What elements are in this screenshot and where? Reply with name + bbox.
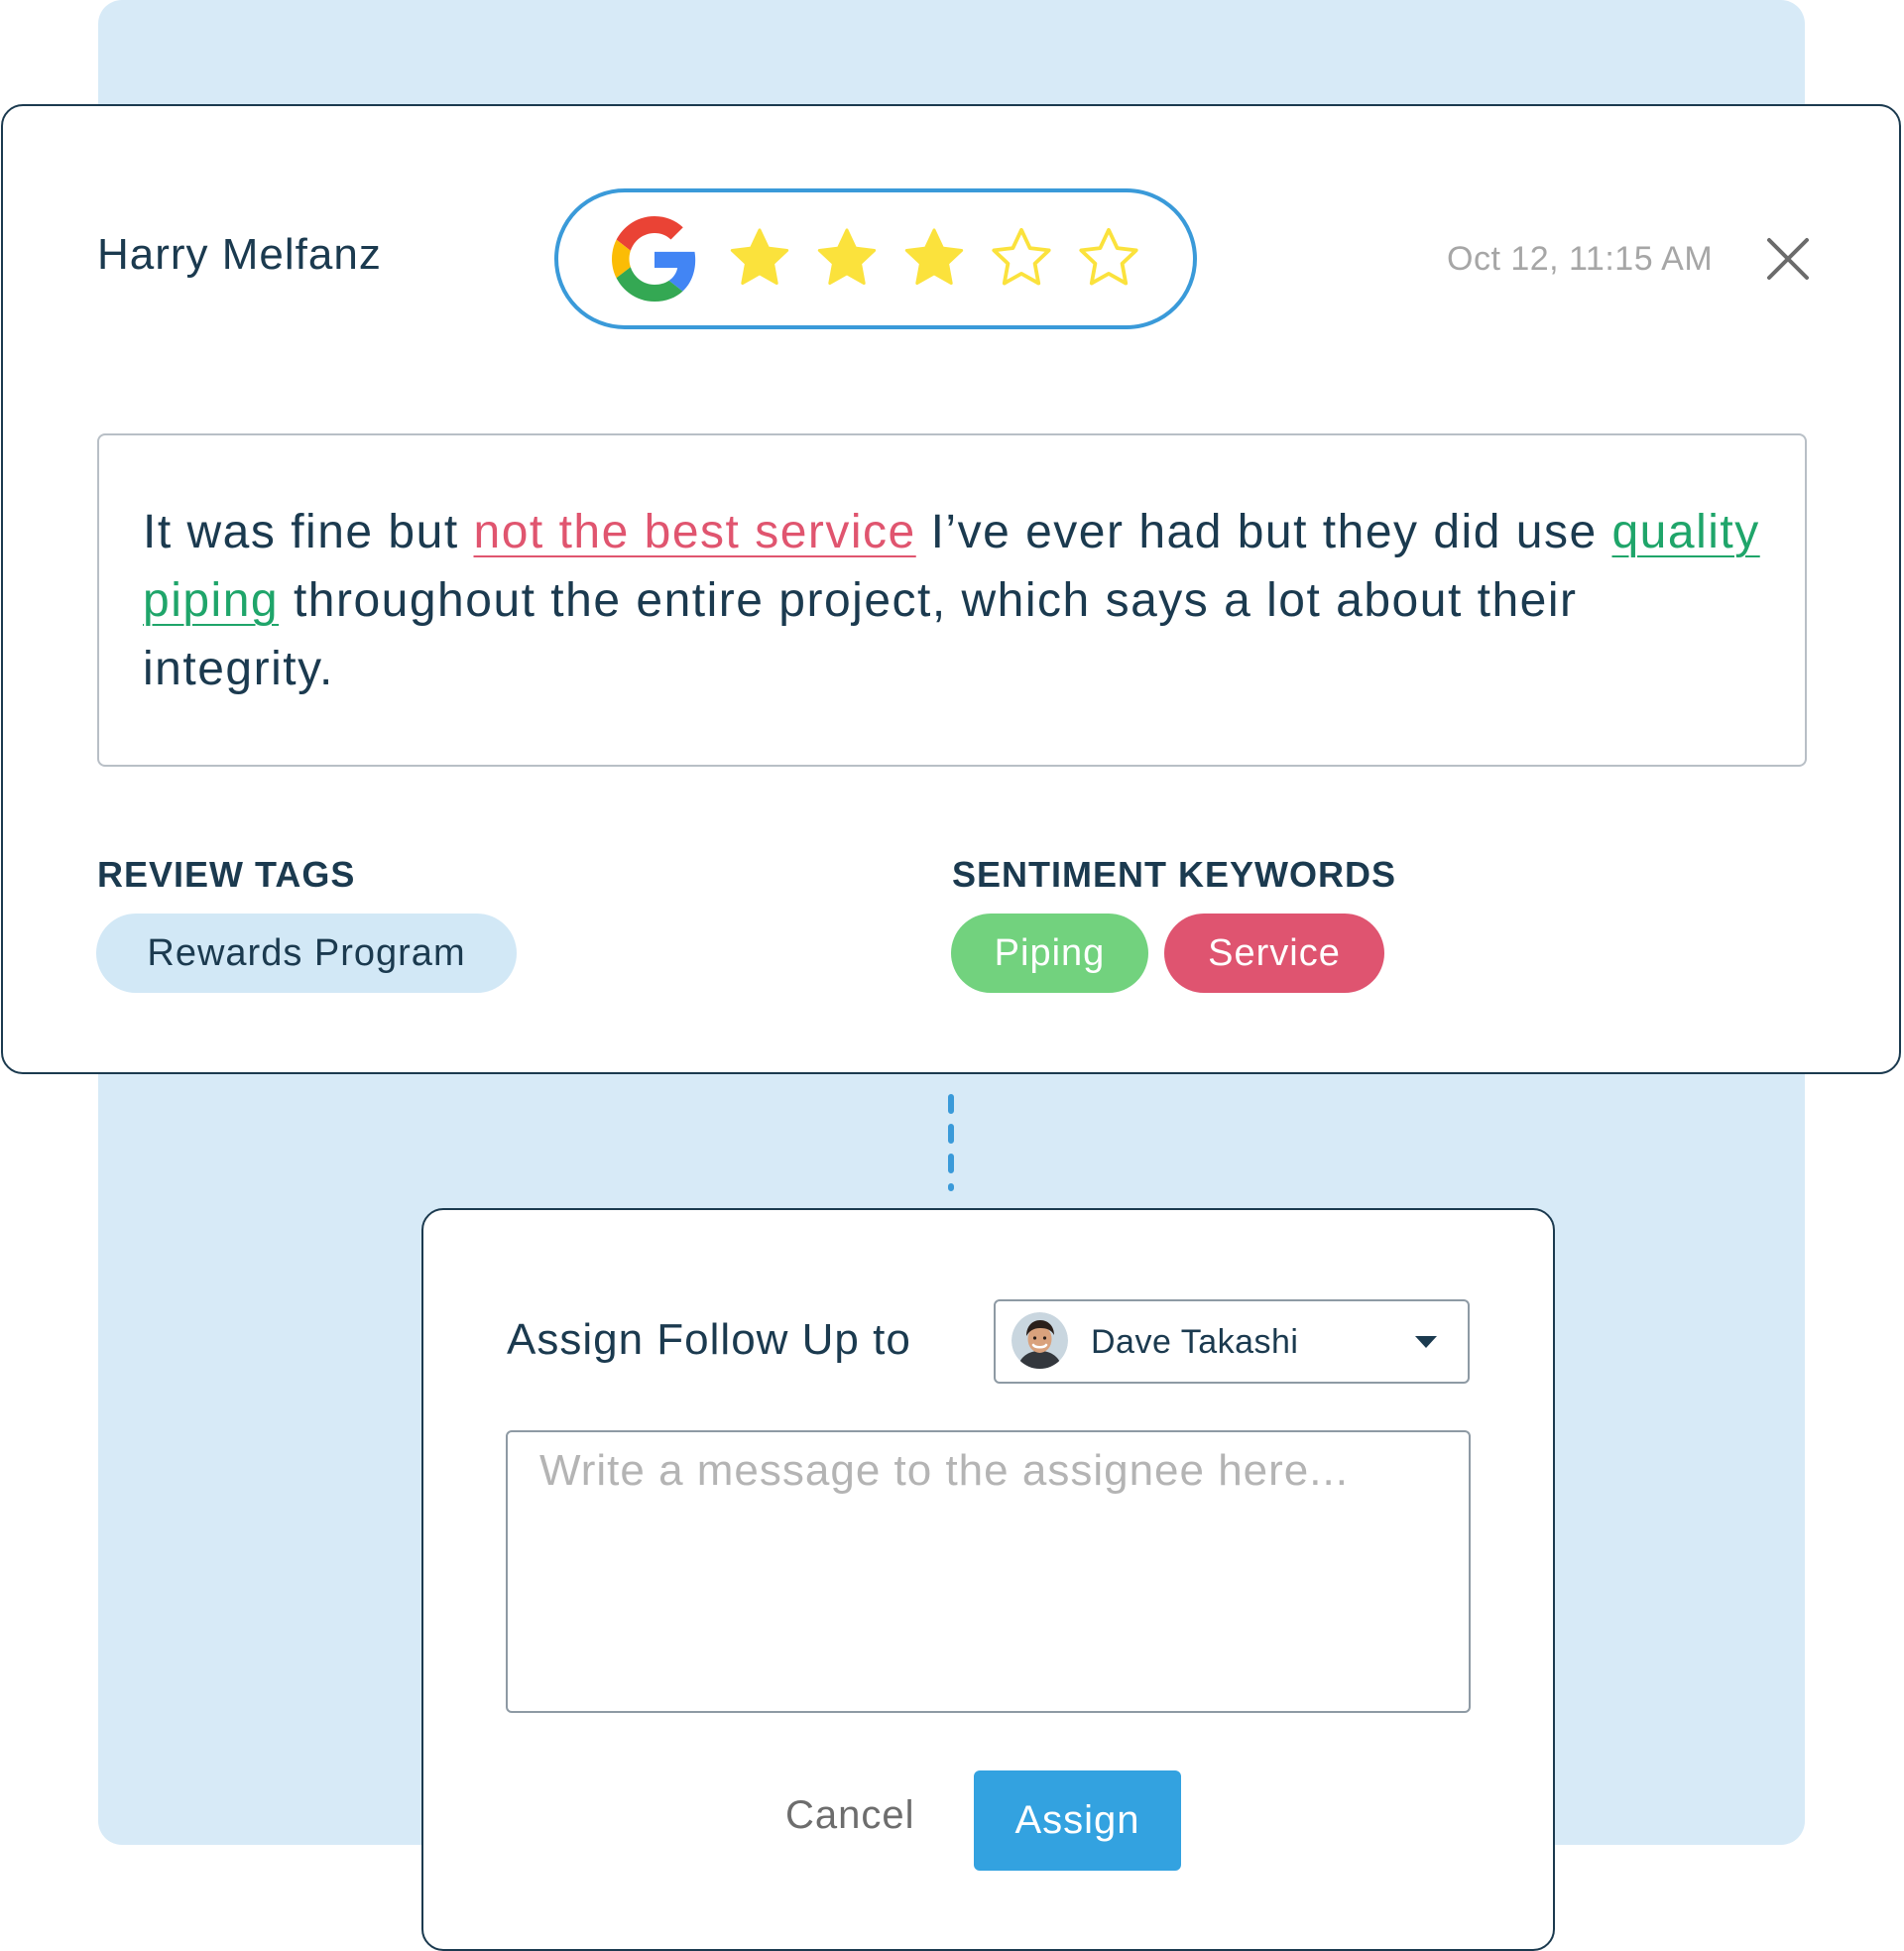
review-tags-heading: REVIEW TAGS xyxy=(97,854,356,895)
canvas: Harry Melfanz Oct 12, 11:15 AM It was fi… xyxy=(0,0,1904,1951)
review-text-segment: I’ve ever had but they did use xyxy=(915,506,1612,558)
star-filled-icon xyxy=(730,228,789,286)
review-text-segment: throughout the entire project, which say… xyxy=(143,574,1578,695)
star-filled-icon xyxy=(904,228,964,286)
star-empty-icon xyxy=(1079,227,1138,286)
cancel-button[interactable]: Cancel xyxy=(785,1793,915,1838)
google-g-icon xyxy=(612,216,696,302)
sentiment-chip-positive[interactable]: Piping xyxy=(951,914,1148,993)
sentiment-keywords-heading: SENTIMENT KEYWORDS xyxy=(952,854,1397,895)
assign-follow-up-label: Assign Follow Up to xyxy=(507,1315,911,1364)
avatar xyxy=(1012,1312,1068,1369)
connector-line xyxy=(948,1094,954,1191)
assignee-name: Dave Takashi xyxy=(1091,1323,1299,1361)
assign-button[interactable]: Assign xyxy=(974,1770,1181,1871)
star-empty-icon xyxy=(992,227,1051,286)
review-tag-chip[interactable]: Rewards Program xyxy=(96,914,517,993)
star-filled-icon xyxy=(817,228,877,286)
review-text-segment: It was fine but xyxy=(143,506,474,558)
close-icon[interactable] xyxy=(1765,236,1811,282)
review-timestamp: Oct 12, 11:15 AM xyxy=(1447,240,1714,278)
message-input[interactable] xyxy=(506,1430,1471,1713)
negative-keyword-highlight: not the best service xyxy=(473,506,916,558)
chevron-down-icon[interactable] xyxy=(1415,1336,1437,1348)
sentiment-chip-negative[interactable]: Service xyxy=(1164,914,1384,993)
reviewer-name: Harry Melfanz xyxy=(97,230,382,279)
review-text: It was fine but not the best service I’v… xyxy=(143,498,1769,703)
